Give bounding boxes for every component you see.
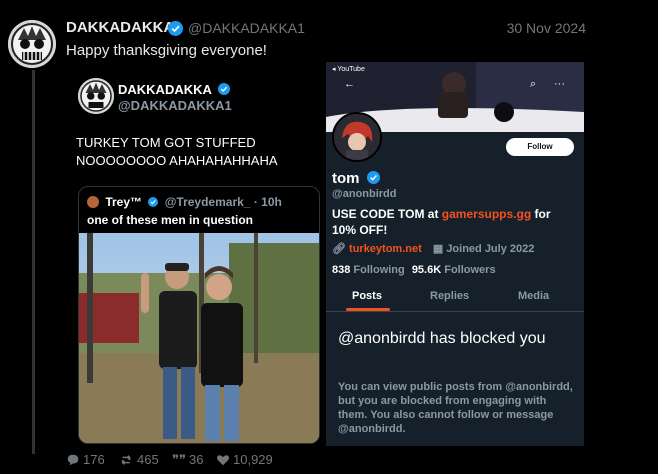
tweet-date[interactable]: 30 Nov 2024 bbox=[507, 20, 586, 36]
profile-handle: @anonbirdd bbox=[332, 188, 397, 200]
bio-text: USE CODE TOM at bbox=[332, 207, 442, 221]
embedded-tweet-screenshot[interactable]: DAKKADAKKA @DAKKADAKKA1 TURKEY TOM GOT S… bbox=[66, 64, 330, 448]
like-count: 10,929 bbox=[233, 452, 273, 467]
quote-header: Trey™ @Treydemark_ · 10h bbox=[87, 195, 282, 209]
embedded-author-name: DAKKADAKKA bbox=[118, 82, 231, 97]
quote-count: 36 bbox=[189, 452, 204, 467]
verified-badge-icon bbox=[366, 171, 380, 184]
two-men-photo-image bbox=[79, 233, 319, 443]
quote-button[interactable]: ❞❞ 36 bbox=[172, 452, 203, 468]
reply-icon bbox=[67, 454, 79, 466]
more-options-icon[interactable]: ··· bbox=[554, 78, 565, 90]
embedded-author-name-text: DAKKADAKKA bbox=[118, 82, 212, 97]
bio-link[interactable]: gamersupps.gg bbox=[442, 207, 531, 221]
quote-tweet: Trey™ @Treydemark_ · 10h one of these me… bbox=[78, 186, 320, 444]
following-label[interactable]: Following bbox=[353, 264, 404, 276]
profile-bio: USE CODE TOM at gamersupps.gg for 10% OF… bbox=[332, 206, 572, 238]
followers-count[interactable]: 95.6K bbox=[412, 264, 441, 276]
tweet-actions: 176 465 ❞❞ 36 10,929 bbox=[66, 450, 366, 470]
author-avatar[interactable] bbox=[8, 20, 56, 68]
verified-badge-icon bbox=[168, 21, 183, 36]
tweet-header: DAKKADAKKA @DAKKADAKKA1 30 Nov 2024 bbox=[66, 19, 586, 39]
tweet-text: Happy thanksgiving everyone! bbox=[66, 42, 267, 59]
profile-stats: 838 Following 95.6K Followers bbox=[332, 264, 496, 276]
calendar-icon: ▦ bbox=[432, 243, 444, 255]
repost-icon bbox=[121, 455, 131, 465]
search-icon[interactable]: ⌕ bbox=[530, 78, 536, 91]
quote-author-handle: @Treydemark_ bbox=[164, 195, 251, 209]
quote-photo bbox=[79, 233, 319, 443]
quote-time: · 10h bbox=[253, 195, 282, 209]
reply-button[interactable]: 176 bbox=[66, 452, 105, 467]
verified-badge-icon bbox=[148, 197, 159, 207]
author-name[interactable]: DAKKADAKKA bbox=[66, 19, 174, 36]
embedded-tweet-text: TURKEY TOM GOT STUFFED NOOOOOOOO AHAHAHA… bbox=[76, 134, 326, 170]
like-button[interactable]: 10,929 bbox=[216, 452, 273, 467]
quote-author-name: Trey™ bbox=[105, 195, 143, 209]
tab-media[interactable]: Media bbox=[518, 290, 549, 302]
skull-avatar-icon bbox=[78, 78, 114, 114]
blocked-title: @anonbirdd has blocked you bbox=[338, 330, 546, 347]
profile-avatar-image bbox=[334, 114, 380, 160]
youtube-back-link[interactable]: ◂ YouTube bbox=[332, 65, 365, 73]
quote-text: one of these men in question bbox=[87, 213, 254, 227]
link-icon: 🔗︎ bbox=[332, 243, 346, 255]
embedded-author-handle: @DAKKADAKKA1 bbox=[118, 98, 232, 113]
tab-posts[interactable]: Posts bbox=[352, 290, 382, 302]
reply-count: 176 bbox=[83, 452, 105, 467]
profile-tabs: Posts Replies Media bbox=[326, 284, 584, 312]
author-handle[interactable]: @DAKKADAKKA1 bbox=[188, 20, 305, 36]
profile-avatar[interactable] bbox=[332, 112, 382, 162]
profile-website-link[interactable]: turkeytom.net bbox=[349, 243, 422, 255]
profile-name: tom bbox=[332, 170, 380, 187]
back-arrow-icon[interactable]: ← bbox=[344, 78, 355, 90]
follow-button[interactable]: Follow bbox=[506, 138, 574, 156]
active-tab-indicator bbox=[346, 308, 390, 311]
quote-author-avatar bbox=[87, 196, 99, 208]
verified-badge-icon bbox=[218, 83, 231, 95]
heart-icon bbox=[216, 455, 230, 466]
following-count[interactable]: 838 bbox=[332, 264, 350, 276]
embedded-author-avatar bbox=[78, 78, 114, 114]
skull-avatar-icon bbox=[8, 20, 56, 68]
profile-screenshot[interactable]: ◂ YouTube ← ⌕ ··· Follow tom @anonbirdd … bbox=[326, 62, 584, 446]
followers-label[interactable]: Followers bbox=[444, 264, 495, 276]
profile-name-text: tom bbox=[332, 170, 360, 187]
thread-line bbox=[32, 70, 35, 454]
profile-meta: 🔗︎ turkeytom.net ▦ Joined July 2022 bbox=[332, 242, 534, 255]
quote-icon: ❞❞ bbox=[172, 452, 186, 467]
tab-replies[interactable]: Replies bbox=[430, 290, 469, 302]
repost-button[interactable]: 465 bbox=[120, 452, 159, 467]
embedded-tweet-line: NOOOOOOOO AHAHAHAHHAHA bbox=[76, 153, 278, 168]
profile-joined: Joined July 2022 bbox=[446, 243, 535, 255]
repost-count: 465 bbox=[137, 452, 159, 467]
blocked-message: You can view public posts from @anonbird… bbox=[338, 381, 573, 435]
embedded-tweet-line: TURKEY TOM GOT STUFFED bbox=[76, 135, 256, 150]
